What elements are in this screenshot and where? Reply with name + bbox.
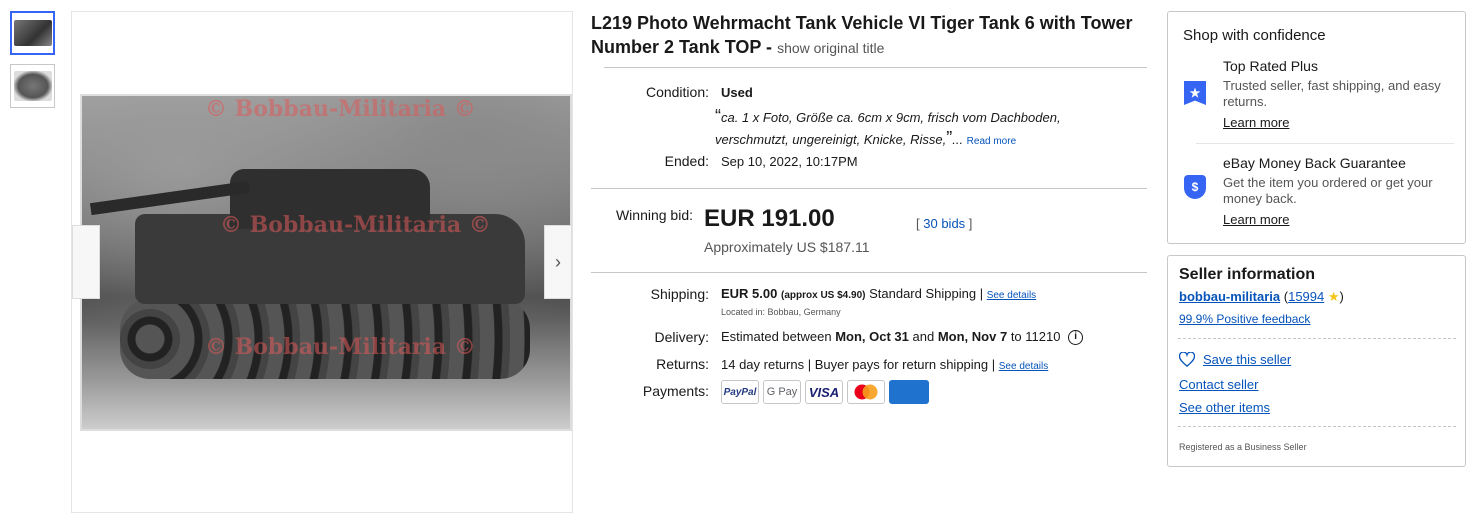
see-other-items-link[interactable]: See other items <box>1179 400 1270 415</box>
learn-more-link[interactable]: Learn more <box>1223 212 1289 227</box>
shipping-value: EUR 5.00 (approx US $4.90) Standard Ship… <box>721 286 1036 301</box>
confidence-item-title: Top Rated Plus <box>1223 58 1318 74</box>
info-icon[interactable]: i <box>1068 330 1084 346</box>
winning-bid-label: Winning bid: <box>615 207 693 223</box>
shipping-price: EUR 5.00 <box>721 286 778 301</box>
watermark: © Bobbau-Militaria © <box>205 334 476 360</box>
returns-label: Returns: <box>656 356 709 372</box>
watermark: © Bobbau-Militaria © <box>220 212 491 238</box>
delivery-and: and <box>912 329 935 344</box>
delivery-label: Delivery: <box>654 329 709 345</box>
tank-gun <box>89 180 251 216</box>
heart-icon <box>1179 352 1195 367</box>
shipping-see-details-link[interactable]: See details <box>987 290 1036 301</box>
delivery-value: Estimated between Mon, Oct 31 and Mon, N… <box>721 329 1084 346</box>
close-quote: ” <box>946 128 953 148</box>
main-photo: © Bobbau-Militaria © © Bobbau-Militaria … <box>80 94 572 431</box>
shipping-label: Shipping: <box>650 286 709 302</box>
shop-with-confidence-card: Shop with confidence ★ Top Rated Plus Tr… <box>1167 11 1466 244</box>
ended-value: Sep 10, 2022, 10:17PM <box>721 154 858 169</box>
top-rated-icon: ★ <box>1184 81 1206 105</box>
shipping-method: Standard Shipping | <box>869 286 984 301</box>
thumbnail-image <box>13 71 52 101</box>
main-image-frame[interactable]: © Bobbau-Militaria © © Bobbau-Militaria … <box>71 11 573 513</box>
bracket: [ <box>916 216 920 231</box>
star-icon: ★ <box>1327 289 1340 304</box>
business-seller-note: Registered as a Business Seller <box>1179 442 1307 452</box>
delivery-to: Mon, Nov 7 <box>937 329 1008 344</box>
divider <box>591 188 1147 189</box>
approximate-price: Approximately US $187.11 <box>704 239 870 255</box>
item-title: L219 Photo Wehrmacht Tank Vehicle VI Tig… <box>591 11 1151 60</box>
save-seller-link[interactable]: Save this seller <box>1203 352 1291 367</box>
condition-description: “ca. 1 x Foto, Größe ca. 6cm x 9cm, fris… <box>715 106 1061 148</box>
thumbnail-2[interactable] <box>10 64 55 108</box>
divider <box>604 67 1147 68</box>
returns-see-details-link[interactable]: See details <box>999 361 1048 372</box>
delivery-from: Mon, Oct 31 <box>835 329 909 344</box>
divider <box>1178 338 1456 339</box>
watermark: © Bobbau-Militaria © <box>205 96 476 122</box>
thumbnail-strip <box>10 11 55 117</box>
chevron-right-icon: › <box>555 251 561 272</box>
thumbnail-image <box>13 20 52 46</box>
paypal-icon: PayPal <box>721 380 759 404</box>
item-location: Located in: Bobbau, Germany <box>721 307 841 317</box>
payments-label: Payments: <box>642 383 709 399</box>
mastercard-icon <box>847 380 885 404</box>
confidence-item-text: Trusted seller, fast shipping, and easy … <box>1223 78 1441 109</box>
positive-feedback-link[interactable]: 99.9% Positive feedback <box>1179 312 1310 326</box>
shipping-approx: (approx US $4.90) <box>781 290 866 301</box>
delivery-zip[interactable]: to 11210 <box>1011 329 1061 344</box>
seller-name-row: bobbau-militaria (15994 ★) <box>1179 289 1344 305</box>
contact-seller-link[interactable]: Contact seller <box>1179 377 1258 392</box>
money-back-icon: $ <box>1184 175 1206 199</box>
bids-count: [ 30 bids ] <box>916 216 972 231</box>
divider <box>1178 426 1456 427</box>
ended-label: Ended: <box>664 153 709 169</box>
returns-value: 14 day returns | Buyer pays for return s… <box>721 357 1048 372</box>
divider <box>591 272 1147 273</box>
confidence-item-title: eBay Money Back Guarantee <box>1223 155 1406 171</box>
divider <box>1196 143 1454 144</box>
mastercard-logo <box>854 384 878 400</box>
delivery-prefix: Estimated between <box>721 329 832 344</box>
seller-name-link[interactable]: bobbau-militaria <box>1179 289 1280 304</box>
winning-bid-price: EUR 191.00 <box>704 205 835 232</box>
bids-link[interactable]: 30 bids <box>923 216 965 231</box>
condition-value: Used <box>721 85 753 100</box>
show-original-title-link[interactable]: show original title <box>777 40 884 56</box>
condition-label: Condition: <box>645 84 709 100</box>
paren: ) <box>1339 289 1344 304</box>
save-seller-row[interactable]: Save this seller <box>1179 352 1291 367</box>
thumbnail-1[interactable] <box>10 11 55 55</box>
visa-icon: VISA <box>805 380 843 404</box>
returns-text: 14 day returns | Buyer pays for return s… <box>721 357 996 372</box>
read-more-link[interactable]: Read more <box>967 136 1016 147</box>
learn-more-link[interactable]: Learn more <box>1223 115 1289 130</box>
confidence-item-text: Get the item you ordered or get your mon… <box>1223 175 1433 206</box>
seller-heading: Seller information <box>1179 266 1316 283</box>
bracket: ] <box>968 216 973 231</box>
google-pay-icon: G Pay <box>763 380 801 404</box>
next-image-button[interactable]: › <box>544 225 572 299</box>
seller-information-card: Seller information bobbau-militaria (159… <box>1167 255 1466 467</box>
amex-icon <box>889 380 929 404</box>
feedback-score-link[interactable]: 15994 <box>1288 289 1324 304</box>
confidence-heading: Shop with confidence <box>1183 27 1326 44</box>
previous-image-button[interactable] <box>72 225 100 299</box>
